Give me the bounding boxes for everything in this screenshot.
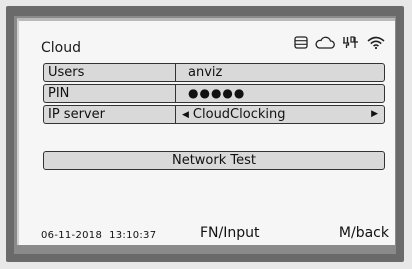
users-value[interactable]: anviz [175,63,385,82]
status-bar [294,36,385,49]
arrow-right-icon[interactable]: ▶ [371,106,378,123]
arrow-left-icon[interactable]: ◀ [182,110,189,120]
ip-server-value: CloudClocking [192,107,286,122]
back-hint: M/back [338,225,389,241]
ip-server-row[interactable]: IP server ◀ CloudClocking ▶ [43,105,385,124]
wifi-icon [367,36,385,49]
pin-label: PIN [43,84,175,103]
network-icon [342,36,360,49]
cloud-icon [315,36,335,49]
ip-server-selector[interactable]: ◀ CloudClocking ▶ [175,105,385,124]
datetime: 06-11-2018 13:10:37 [41,230,157,241]
pin-value[interactable]: ●●●●● [175,84,385,103]
ip-server-label: IP server [43,105,175,124]
pin-row[interactable]: PIN ●●●●● [43,84,385,103]
device-screen: Cloud Users anviz PIN ●●●●● IP server ◀ … [17,18,395,245]
fn-input-hint: FN/Input [200,225,260,241]
users-label: Users [43,63,175,82]
storage-icon [294,36,308,49]
users-row[interactable]: Users anviz [43,63,385,82]
page-title: Cloud [41,40,81,56]
network-test-button[interactable]: Network Test [43,151,385,170]
